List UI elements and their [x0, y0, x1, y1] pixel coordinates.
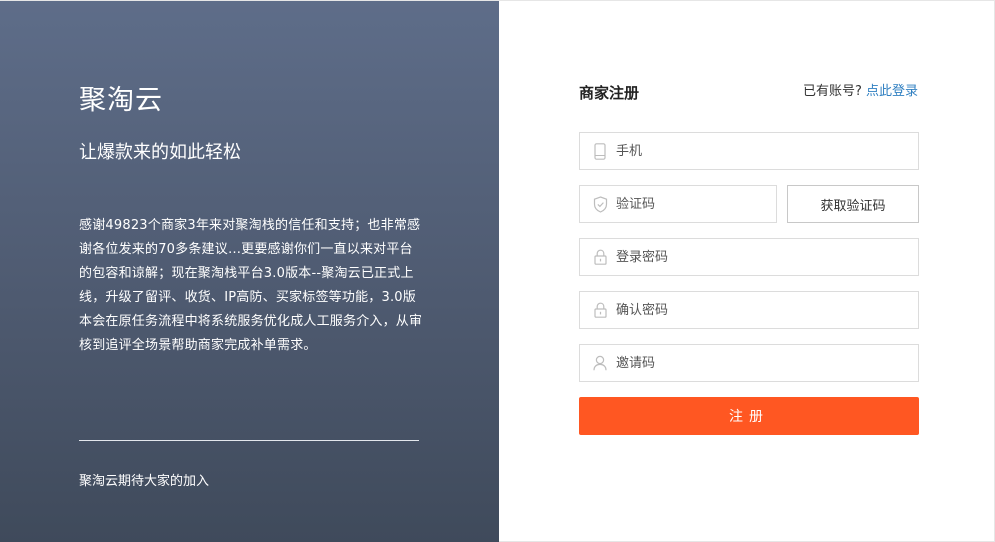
form-title: 商家注册 [579, 84, 640, 102]
promo-panel: 聚淘云 让爆款来的如此轻松 感谢49823个商家3年来对聚淘栈的信任和支持；也非… [0, 1, 499, 542]
intro-text: 感谢49823个商家3年来对聚淘栈的信任和支持；也非常感谢各位发来的70多条建议… [79, 218, 423, 353]
login-hint: 已有账号? 点此登录 [803, 82, 918, 102]
divider [79, 440, 419, 441]
invite-field[interactable] [579, 344, 919, 382]
code-field[interactable] [579, 185, 777, 223]
phone-input[interactable] [616, 133, 918, 169]
user-icon [592, 354, 608, 372]
register-button[interactable]: 注册 [579, 397, 919, 435]
confirm-password-field[interactable] [579, 291, 919, 329]
invite-input[interactable] [616, 345, 918, 381]
slogan: 让爆款来的如此轻松 [79, 142, 241, 163]
password-input[interactable] [616, 239, 918, 275]
shield-icon [592, 195, 608, 213]
lock-icon [592, 301, 608, 319]
get-code-button[interactable]: 获取验证码 [787, 185, 919, 223]
phone-icon [592, 142, 608, 160]
brand-name: 聚淘云 [79, 85, 163, 116]
register-page: 聚淘云 让爆款来的如此轻松 感谢49823个商家3年来对聚淘栈的信任和支持；也非… [0, 0, 995, 542]
phone-field[interactable] [579, 132, 919, 170]
has-account-text: 已有账号? [802, 84, 862, 99]
password-field[interactable] [579, 238, 919, 276]
confirm-password-input[interactable] [616, 292, 918, 328]
footer-text: 聚淘云期待大家的加入 [79, 474, 210, 489]
lock-icon [592, 248, 608, 266]
code-input[interactable] [616, 186, 776, 222]
login-link[interactable]: 点此登录 [866, 84, 918, 99]
